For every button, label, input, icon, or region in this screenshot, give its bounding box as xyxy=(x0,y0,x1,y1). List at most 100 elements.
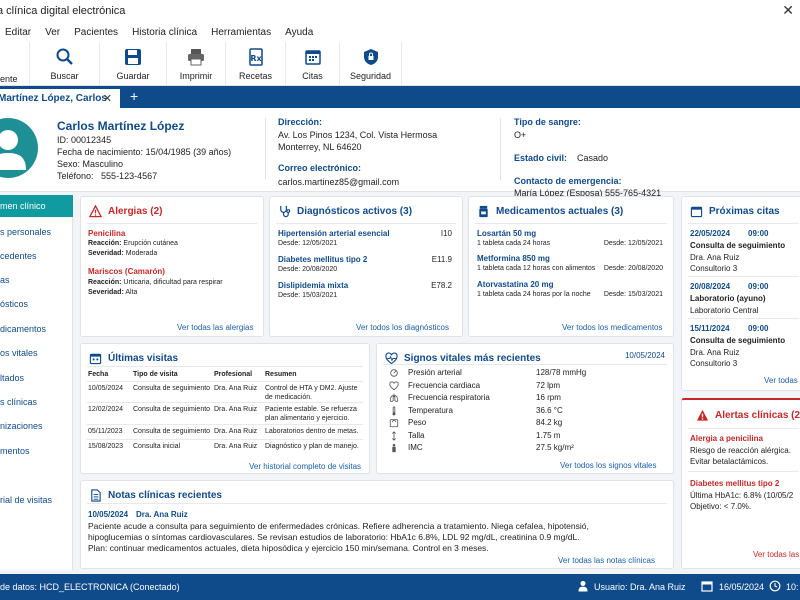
appointment-doctor: Dra. Ana Ruiz xyxy=(690,253,740,262)
patient-phone-row: Teléfono: 555-123-4567 xyxy=(57,171,157,181)
patient-id: 00012345 xyxy=(71,135,112,145)
menu-ver[interactable]: Ver xyxy=(45,27,60,38)
patient-sex-label: Sexo: xyxy=(57,159,81,169)
prescriptions-button[interactable]: Rx Recetas xyxy=(226,42,286,85)
civil-status-label: Estado civil: xyxy=(514,153,568,163)
sidebar-item-results[interactable]: ltados xyxy=(0,373,24,383)
vital-label: Presión arterial xyxy=(408,368,462,377)
allergy-severity-label: Severidad: xyxy=(88,289,124,296)
alert-text: Riesgo de reacción alérgica. xyxy=(690,446,791,455)
vital-label: Frecuencia cardiaca xyxy=(408,380,481,390)
header-divider xyxy=(265,118,266,180)
divider xyxy=(688,318,799,319)
visit-summary: Laboratorios dentro de metas. xyxy=(265,428,359,435)
menu-herramientas[interactable]: Herramientas xyxy=(211,27,271,38)
allergies-title: Alergias (2) xyxy=(108,206,163,217)
sidebar-item-vitals[interactable]: os vitales xyxy=(0,348,38,358)
prescription-icon: Rx xyxy=(248,48,263,66)
search-button[interactable]: Buscar xyxy=(30,42,100,85)
view-all-vitals-link[interactable]: Ver todos los signos vitales xyxy=(560,461,657,470)
medication-name: Metformina 850 mg xyxy=(477,254,550,263)
sidebar-item-history[interactable]: cedentes xyxy=(0,251,37,261)
sidebar-item-allergies[interactable]: as xyxy=(0,275,10,285)
diagnoses-title: Diagnósticos activos (3) xyxy=(297,206,413,217)
status-bar: de datos: HCD_ELECTRONICA (Conectado) Us… xyxy=(0,574,800,600)
appointment-type: Consulta de seguimiento xyxy=(690,336,786,345)
new-patient-button[interactable]: ente xyxy=(0,42,30,85)
avatar xyxy=(0,118,38,178)
allergies-title-row: Alergias (2) xyxy=(89,205,162,218)
emergency-contact-label: Contacto de emergencia: xyxy=(514,176,622,186)
patient-sex-row: Sexo: Masculino xyxy=(57,159,123,169)
close-window-icon[interactable]: ✕ xyxy=(782,2,794,19)
pill-bottle-icon xyxy=(479,205,488,218)
view-all-allergies-link[interactable]: Ver todas las alergias xyxy=(177,323,254,332)
menu-historia-clinica[interactable]: Historia clínica xyxy=(132,27,197,38)
diagnosis-name: Hipertensión arterial esencial xyxy=(278,229,390,238)
divider xyxy=(276,223,456,224)
note-text-line: hipoglucemias o síntomas cardiovasculare… xyxy=(88,532,580,542)
note-author: Dra. Ana Ruiz xyxy=(136,510,188,519)
calendar-icon xyxy=(690,206,703,218)
sidebar-item-visits-history[interactable]: rial de visitas xyxy=(0,495,52,505)
appointment-room: Consultorio 3 xyxy=(690,359,738,368)
vitals-title: Signos vitales más recientes xyxy=(404,353,541,364)
notes-card: Notas clínicas recientes 10/05/2024 Dra.… xyxy=(80,480,674,569)
appointment-time: 09:00 xyxy=(748,282,769,291)
alert-text: Objetivo: < 7.0%. xyxy=(690,502,752,511)
tab-patient[interactable]: Martínez López, Carlos ✕ xyxy=(0,89,120,108)
appointments-title-row: Próximas citas xyxy=(690,205,780,218)
medication-since: Desde: 12/05/2021 xyxy=(603,240,663,247)
bmi-icon xyxy=(392,443,396,453)
shield-icon xyxy=(363,49,378,65)
add-tab-icon[interactable]: + xyxy=(130,88,138,104)
print-label: Imprimir xyxy=(179,71,213,81)
sidebar-item-personal[interactable]: s personales xyxy=(0,227,51,237)
view-all-notes-link[interactable]: Ver todas las notas clínicas xyxy=(558,556,655,565)
tab-close-icon[interactable]: ✕ xyxy=(103,92,112,105)
vital-value: 27.5 kg/m² xyxy=(536,443,574,452)
diagnosis-code: E11.9 xyxy=(431,255,452,264)
view-all-appointments-link[interactable]: Ver todas l xyxy=(764,376,800,385)
divider xyxy=(87,424,363,425)
vital-label: Temperatura xyxy=(408,405,453,415)
sidebar-item-documents[interactable]: mentos xyxy=(0,446,30,456)
menu-ayuda[interactable]: Ayuda xyxy=(285,27,313,38)
alert-title: Diabetes mellitus tipo 2 xyxy=(690,479,780,488)
sidebar-item-summary[interactable]: men clínico xyxy=(0,195,73,217)
view-all-alerts-link[interactable]: Ver todas las xyxy=(753,550,799,559)
warning-icon xyxy=(696,409,709,421)
user-avatar-icon xyxy=(0,130,26,170)
visit-type: Consulta de seguimiento xyxy=(133,385,211,392)
visits-title-row: Últimas visitas xyxy=(89,352,178,365)
save-button[interactable]: Guardar xyxy=(100,42,167,85)
view-all-diagnoses-link[interactable]: Ver todos los diagnósticos xyxy=(356,323,449,332)
appointments-button[interactable]: Citas xyxy=(286,42,340,85)
appointment-date: 22/05/2024 xyxy=(690,229,731,238)
calendar-icon xyxy=(304,50,321,65)
diagnosis-since: Desde: 12/05/2021 xyxy=(278,240,338,247)
search-icon xyxy=(56,48,73,65)
view-visit-history-link[interactable]: Ver historial completo de visitas xyxy=(249,462,361,471)
vital-value: 72 lpm xyxy=(536,380,561,390)
vital-label: Talla xyxy=(408,430,425,440)
security-button[interactable]: Seguridad xyxy=(340,42,402,85)
print-button[interactable]: Imprimir xyxy=(167,42,226,85)
note-text-line: Plan: continuar medicamentos actuales, d… xyxy=(88,543,489,553)
save-icon xyxy=(125,49,141,65)
menu-editar[interactable]: Editar xyxy=(5,27,31,38)
patient-sex: Masculino xyxy=(82,159,124,169)
sidebar-item-diagnoses[interactable]: ósticos xyxy=(0,299,28,309)
menu-pacientes[interactable]: Pacientes xyxy=(74,27,118,38)
allergy-severity-label: Severidad: xyxy=(88,250,124,257)
sidebar-item-immunizations[interactable]: nizaciones xyxy=(0,421,43,431)
allergy-name: Penicilina xyxy=(88,229,126,238)
view-all-medications-link[interactable]: Ver todos los medicamentos xyxy=(562,323,663,332)
prescriptions-label: Recetas xyxy=(238,71,273,81)
sidebar-item-medications[interactable]: dicamentos xyxy=(0,324,46,334)
visit-type: Consulta de seguimiento xyxy=(133,428,211,435)
sidebar-item-notes[interactable]: s clínicas xyxy=(0,397,37,407)
stethoscope-icon xyxy=(280,205,291,218)
visits-title: Últimas visitas xyxy=(108,353,179,364)
alert-title: Alergia a penicilina xyxy=(690,434,763,443)
